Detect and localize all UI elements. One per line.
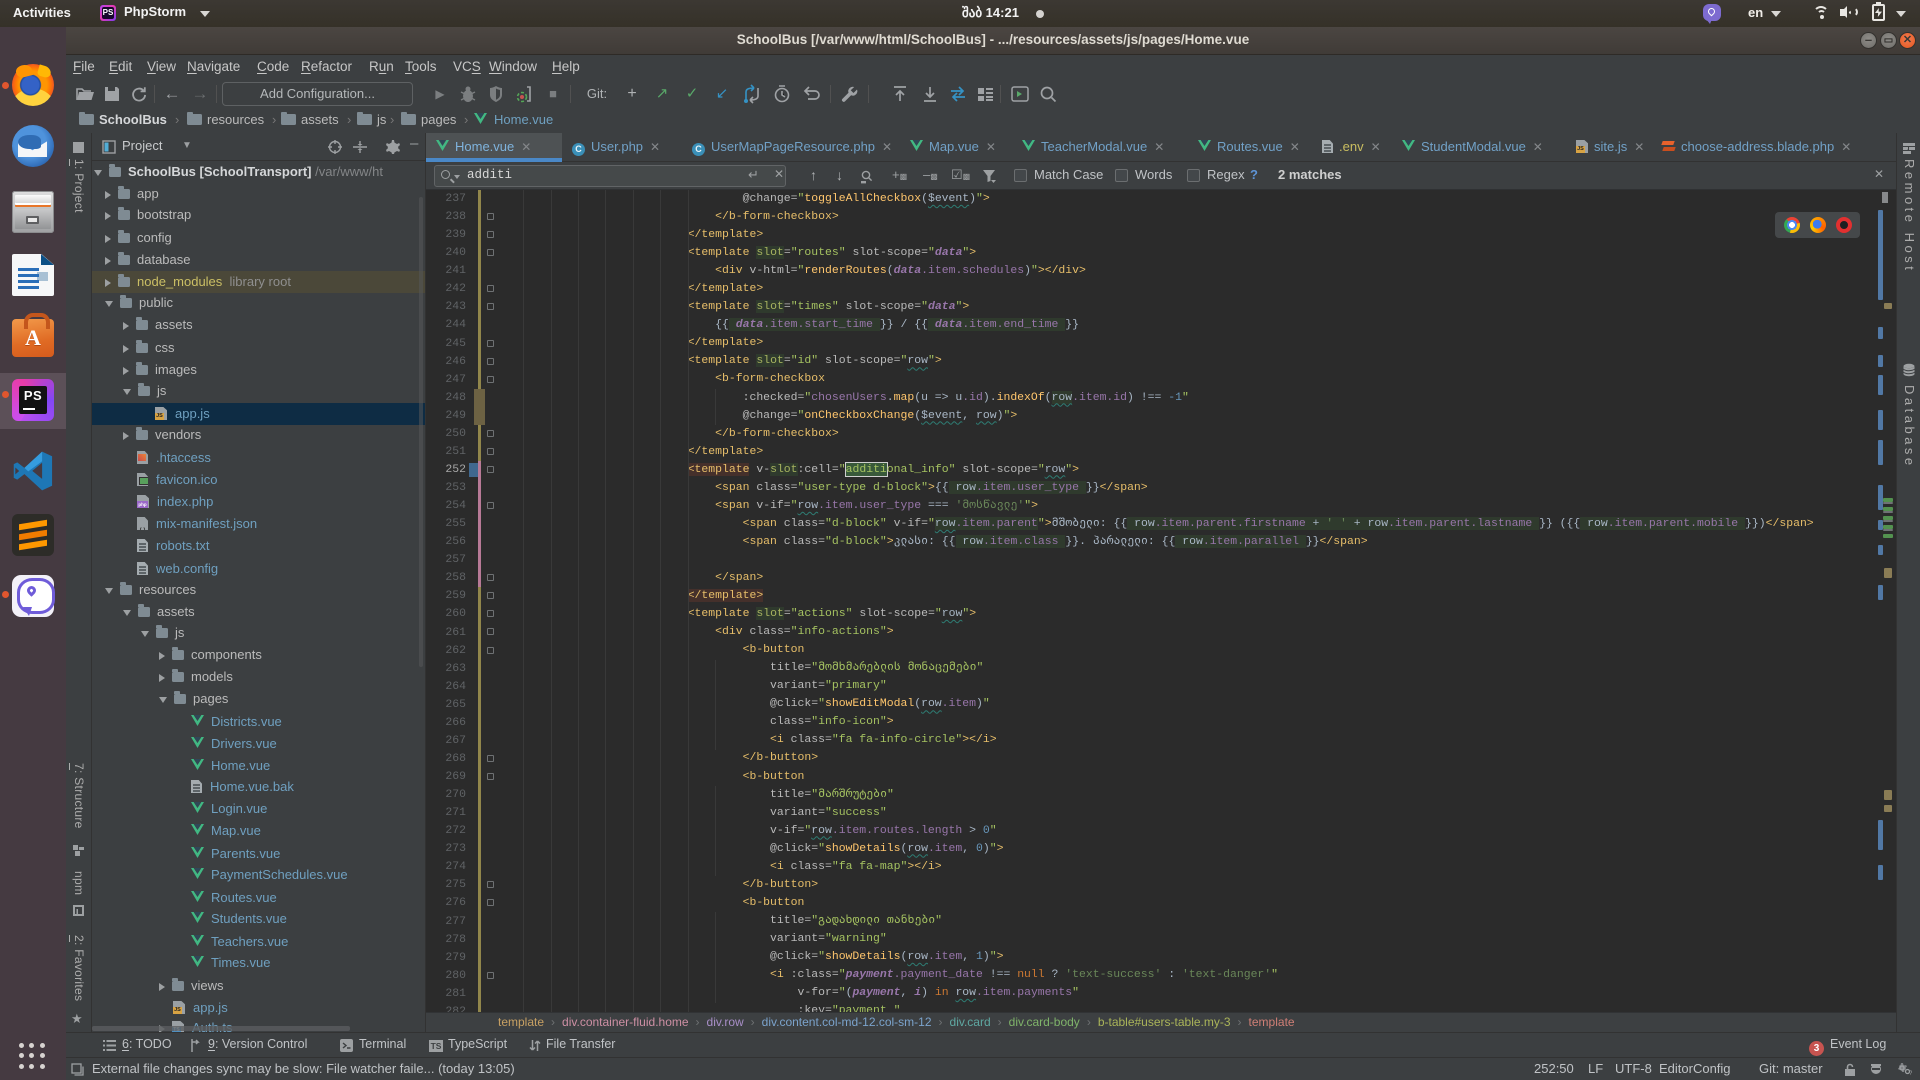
svg-text:?: ?: [1909, 1071, 1912, 1076]
